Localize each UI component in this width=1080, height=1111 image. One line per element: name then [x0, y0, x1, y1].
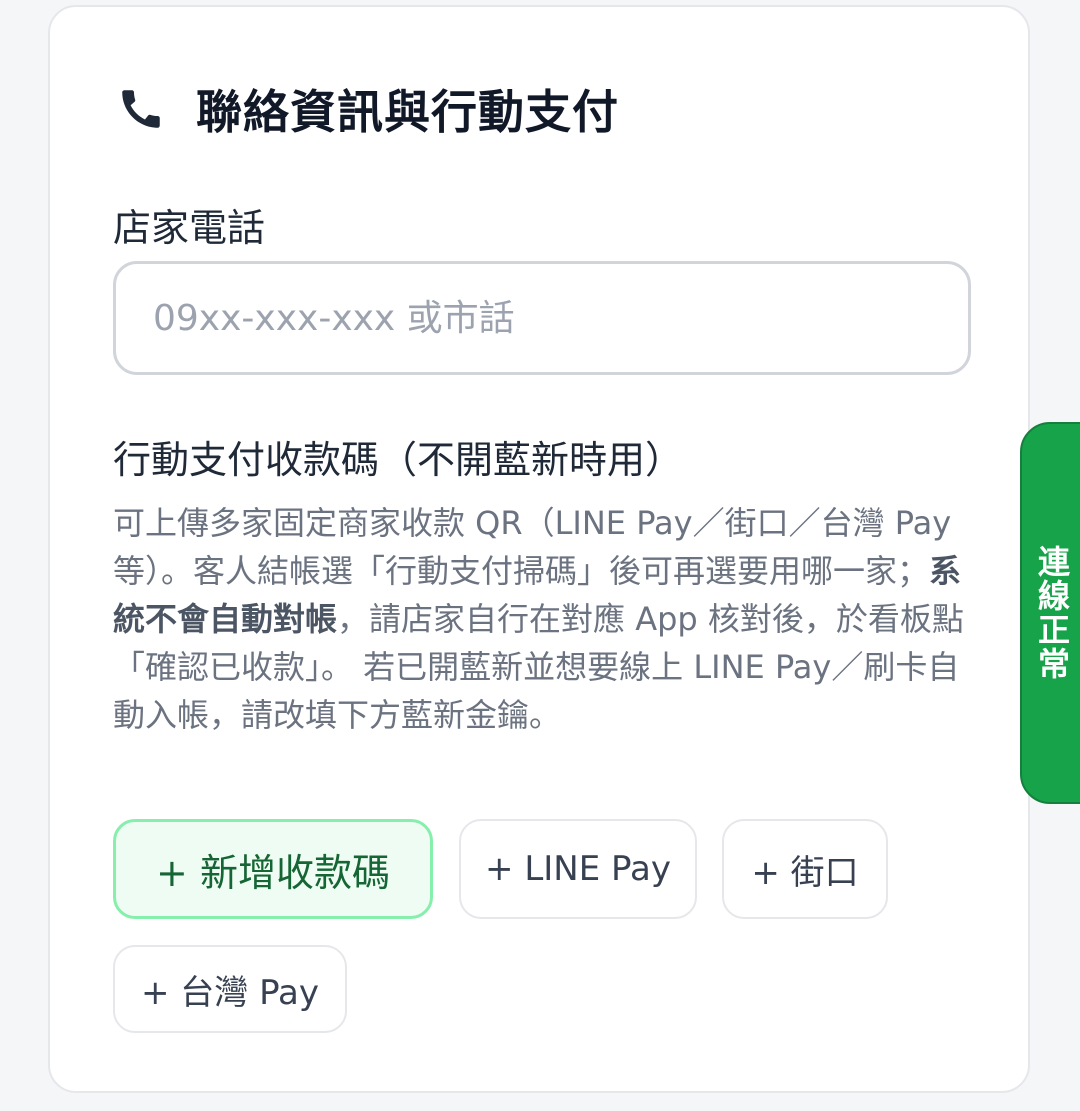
- phone-icon: [114, 82, 168, 136]
- mobile-payment-description: 可上傳多家固定商家收款 QR（LINE Pay／街口／台灣 Pay 等）。客人結…: [113, 499, 973, 739]
- add-jkopay-button[interactable]: + 街口: [722, 819, 888, 919]
- contact-payment-card: 聯絡資訊與行動支付 店家電話 行動支付收款碼（不開藍新時用） 可上傳多家固定商家…: [48, 5, 1030, 1093]
- connection-status-tab[interactable]: 連線正常: [1020, 422, 1080, 804]
- connection-status-label: 連線正常: [1033, 545, 1071, 681]
- store-phone-label: 店家電話: [113, 206, 266, 250]
- add-line-pay-button[interactable]: + LINE Pay: [459, 819, 697, 919]
- card-header: 聯絡資訊與行動支付: [114, 73, 619, 145]
- mobile-payment-qr-label: 行動支付收款碼（不開藍新時用）: [113, 438, 684, 482]
- store-phone-input[interactable]: [113, 261, 971, 375]
- description-text: 可上傳多家固定商家收款 QR（LINE Pay／街口／台灣 Pay 等）。客人結…: [113, 504, 952, 590]
- add-qr-code-button[interactable]: + 新增收款碼: [113, 819, 433, 919]
- add-taiwan-pay-button[interactable]: + 台灣 Pay: [113, 945, 347, 1033]
- card-title: 聯絡資訊與行動支付: [196, 85, 619, 139]
